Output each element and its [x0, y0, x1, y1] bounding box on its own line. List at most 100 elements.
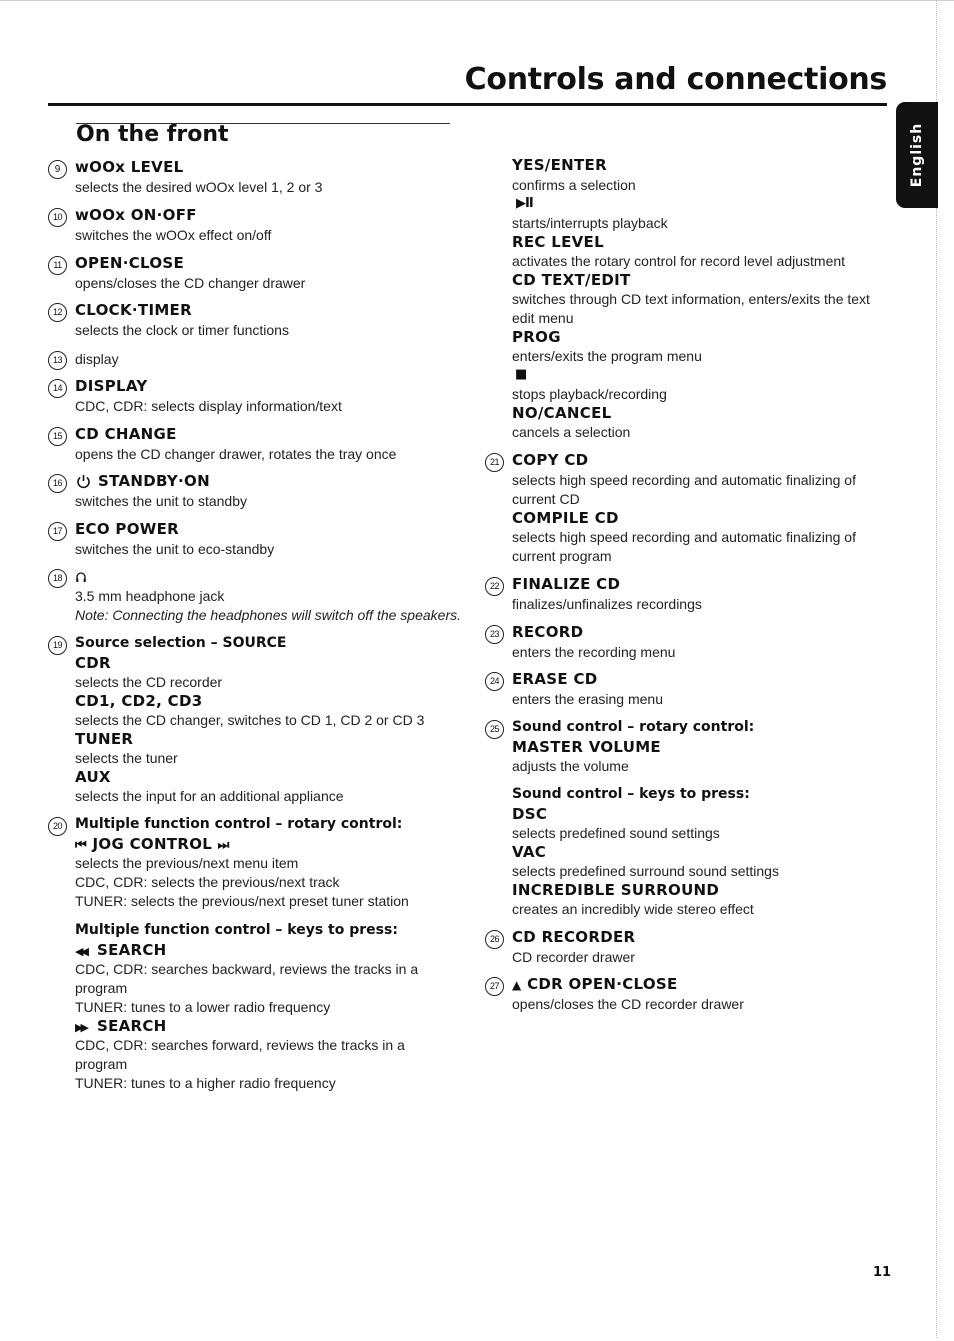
- item-title: CLOCK·TIMER: [75, 301, 192, 319]
- item-desc: finalizes/unfinalizes recordings: [512, 596, 702, 612]
- jog-desc: selects the previous/next menu item: [75, 855, 299, 871]
- title-rule: [48, 103, 887, 106]
- item-desc: enters/exits the program menu: [512, 348, 702, 364]
- callout-number: 24: [485, 672, 504, 691]
- item-title: COMPILE CD: [512, 509, 619, 527]
- source-desc: selects the CD changer, switches to CD 1…: [75, 712, 425, 728]
- callout-number: 13: [48, 351, 67, 370]
- callout-number: 12: [48, 303, 67, 322]
- source-desc: selects the CD recorder: [75, 674, 223, 690]
- sound-key: DSC: [512, 805, 548, 823]
- item-desc: selects high speed recording and automat…: [512, 472, 856, 488]
- keys-title: Sound control – keys to press:: [512, 786, 750, 802]
- source-desc: selects the tuner: [75, 750, 178, 766]
- item-desc: cancels a selection: [512, 424, 631, 440]
- item-desc: edit menu: [512, 310, 574, 326]
- item-desc: opens/closes the CD changer drawer: [75, 275, 306, 291]
- search-desc: CDC, CDR: searches backward, reviews the…: [75, 961, 419, 977]
- sound-key: VAC: [512, 843, 547, 861]
- stop-icon: ■: [515, 367, 528, 382]
- callout-number: 10: [48, 208, 67, 227]
- language-tab-label: English: [909, 122, 925, 188]
- item-desc: opens/closes the CD recorder drawer: [512, 996, 744, 1012]
- item-desc: current program: [512, 548, 612, 564]
- search-desc: program: [75, 1056, 128, 1072]
- margin-dotted-line: [936, 0, 937, 102]
- item-desc: current CD: [512, 491, 580, 507]
- search-label: SEARCH: [96, 941, 167, 959]
- item-note: Note: Connecting the headphones will swi…: [75, 607, 462, 623]
- callout-number: 23: [485, 625, 504, 644]
- callout-number: 26: [485, 930, 504, 949]
- item-title: STANDBY·ON: [98, 472, 210, 490]
- sound-desc: selects predefined sound settings: [512, 825, 720, 841]
- item-desc: CDC, CDR: selects display information/te…: [75, 398, 342, 414]
- callout-number: 21: [485, 453, 504, 472]
- item-title: CD RECORDER: [512, 928, 636, 946]
- item-title: REC LEVEL: [512, 233, 604, 251]
- item-title: Source selection – SOURCE: [75, 635, 287, 651]
- fast-forward-icon: ▶▶: [75, 1021, 89, 1034]
- callout-number: 20: [48, 817, 67, 836]
- item-desc: starts/interrupts playback: [512, 215, 668, 231]
- item-desc: 3.5 mm headphone jack: [75, 588, 225, 604]
- item-desc: selects high speed recording and automat…: [512, 529, 856, 545]
- callout-number: 18: [48, 569, 67, 588]
- item-desc: display: [75, 351, 119, 367]
- item-desc: adjusts the volume: [512, 758, 629, 774]
- item-title: PROG: [512, 328, 561, 346]
- item-title: ERASE CD: [512, 670, 598, 688]
- callout-number: 11: [48, 256, 67, 275]
- item-title: wOOx ON·OFF: [75, 206, 197, 224]
- sub-title: MASTER VOLUME: [512, 738, 661, 756]
- callout-number: 19: [48, 636, 67, 655]
- headphones-icon: [76, 572, 86, 582]
- item-title: CD CHANGE: [75, 425, 177, 443]
- power-icon: [77, 475, 90, 489]
- source-key: AUX: [75, 768, 111, 786]
- item-title: ▲ CDR OPEN·CLOSE: [512, 974, 678, 995]
- search-desc: CDC, CDR: searches forward, reviews the …: [75, 1037, 405, 1053]
- item-desc: switches through CD text information, en…: [512, 291, 870, 307]
- item-desc: selects the desired wOOx level 1, 2 or 3: [75, 179, 323, 195]
- item-desc: enters the erasing menu: [512, 691, 663, 707]
- jog-desc: TUNER: selects the previous/next preset …: [75, 893, 409, 909]
- item-desc: activates the rotary control for record …: [512, 253, 846, 269]
- item-desc: CD recorder drawer: [512, 949, 635, 965]
- item-desc: enters the recording menu: [512, 644, 676, 660]
- source-key: CDR: [75, 654, 111, 672]
- jog-desc: CDC, CDR: selects the previous/next trac…: [75, 874, 340, 890]
- item-title: FINALIZE CD: [512, 575, 621, 593]
- sound-desc: creates an incredibly wide stereo effect: [512, 901, 754, 917]
- item-title: Sound control – rotary control:: [512, 719, 755, 735]
- source-key: TUNER: [75, 730, 134, 748]
- item-title: RECORD: [512, 623, 584, 641]
- item-desc: opens the CD changer drawer, rotates the…: [75, 446, 397, 462]
- item-title: NO/CANCEL: [512, 404, 612, 422]
- keys-title: Multiple function control – keys to pres…: [75, 922, 398, 938]
- search-desc: TUNER: tunes to a lower radio frequency: [75, 999, 331, 1015]
- top-edge-rule: [0, 0, 954, 1]
- page-title: Controls and connections: [464, 62, 888, 97]
- section-title: On the front: [76, 122, 229, 147]
- search-desc: program: [75, 980, 128, 996]
- callout-number: 22: [485, 577, 504, 596]
- item-desc: switches the unit to standby: [75, 493, 247, 509]
- source-key: CD1, CD2, CD3: [75, 692, 203, 710]
- callout-number: 15: [48, 427, 67, 446]
- search-label: SEARCH: [96, 1017, 167, 1035]
- item-title: DISPLAY: [75, 377, 148, 395]
- eject-icon: ▲: [512, 978, 522, 992]
- item-desc: switches the unit to eco-standby: [75, 541, 275, 557]
- item-title: CD TEXT/EDIT: [512, 271, 631, 289]
- callout-number: 9: [48, 160, 67, 179]
- source-desc: selects the input for an additional appl…: [75, 788, 344, 804]
- jog-label: JOG CONTROL: [92, 835, 213, 853]
- skip-forward-icon: ⏭: [217, 838, 230, 853]
- search-desc: TUNER: tunes to a higher radio frequency: [75, 1075, 336, 1091]
- page-number: 11: [873, 1265, 892, 1280]
- rewind-icon: ◀◀: [75, 945, 89, 958]
- callout-number: 14: [48, 379, 67, 398]
- callout-number: 16: [48, 474, 67, 493]
- item-desc: confirms a selection: [512, 177, 636, 193]
